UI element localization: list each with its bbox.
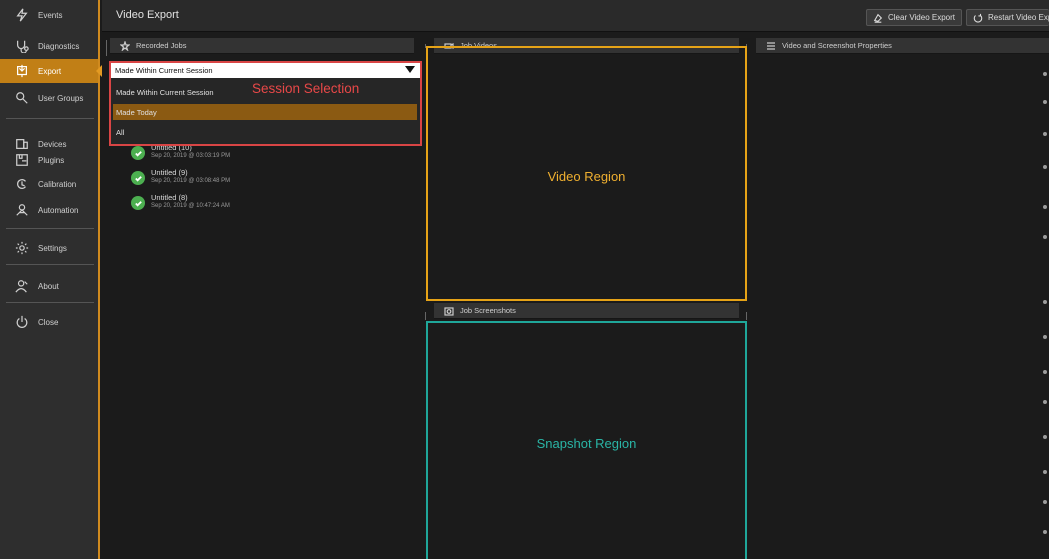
restart-video-export-button[interactable]: Restart Video Export (966, 9, 1049, 26)
sidebar-item-events[interactable]: Events (0, 3, 98, 27)
gear-icon (14, 240, 30, 256)
lightning-icon (14, 7, 30, 23)
job-date: Sep 20, 2019 @ 03:08:48 PM (151, 178, 231, 184)
sidebar-item-settings[interactable]: Settings (0, 236, 98, 260)
sidebar-item-label: Events (38, 10, 63, 20)
property-dot (1043, 300, 1047, 304)
property-dot (1043, 530, 1047, 534)
property-dot (1043, 370, 1047, 374)
job-screenshots-header: Job Screenshots (434, 303, 739, 319)
sidebar-item-label: Calibration (38, 179, 77, 189)
sidebar-divider (6, 264, 94, 265)
sidebar-divider (6, 302, 94, 303)
check-circle-icon (131, 146, 145, 160)
panel-border (106, 40, 107, 56)
property-dot (1043, 165, 1047, 169)
sidebar-item-automation[interactable]: Automation (0, 198, 98, 222)
video-region-label: Video Region (547, 169, 626, 184)
recorded-jobs-header: Recorded Jobs (110, 38, 414, 54)
sidebar-item-label: Diagnostics (38, 41, 80, 51)
property-dot (1043, 335, 1047, 339)
property-dot (1043, 470, 1047, 474)
snapshot-region-label: Snapshot Region (536, 435, 637, 451)
page-title: Video Export (116, 9, 179, 21)
eraser-icon (873, 13, 883, 23)
sidebar-item-label: User Groups (38, 93, 84, 103)
job-name: Untitled (9) (151, 168, 188, 177)
clear-video-export-button[interactable]: Clear Video Export (866, 9, 962, 26)
job-date: Sep 20, 2019 @ 03:03:19 PM (151, 153, 231, 159)
sidebar-item-plugins[interactable]: Plugins (0, 148, 98, 172)
export-icon (14, 63, 30, 79)
property-dot (1043, 500, 1047, 504)
top-bar: Video Export Clear Video Export Restart … (102, 0, 1049, 32)
user-groups-icon (14, 90, 30, 106)
session-selection-annotation-box (109, 61, 422, 146)
properties-header: Video and Screenshot Properties (756, 38, 1049, 54)
check-circle-icon (131, 171, 145, 185)
about-icon (14, 278, 30, 294)
camera-icon (444, 306, 454, 316)
sidebar-item-calibration[interactable]: Calibration (0, 172, 98, 196)
property-dot (1043, 72, 1047, 76)
sidebar-item-about[interactable]: About (0, 274, 98, 298)
sidebar-item-label: Automation (38, 205, 79, 215)
power-icon (14, 314, 30, 330)
sidebar-item-export[interactable]: Export (0, 59, 102, 83)
sidebar-item-label: Export (38, 66, 62, 76)
sidebar-item-label: Plugins (38, 155, 65, 165)
session-selection-annotation: Session Selection (252, 81, 360, 96)
sidebar-item-label: About (38, 281, 59, 291)
calibration-icon (14, 176, 30, 192)
sidebar-item-user-groups[interactable]: User Groups (0, 86, 98, 110)
job-date: Sep 20, 2019 @ 10:47:24 AM (151, 203, 230, 209)
automation-icon (14, 202, 30, 218)
sidebar-item-label: Close (38, 317, 59, 327)
sidebar-divider (6, 118, 94, 119)
property-dot (1043, 100, 1047, 104)
property-dot (1043, 205, 1047, 209)
stethoscope-icon (14, 38, 30, 54)
list-icon (767, 41, 775, 50)
sidebar-item-close[interactable]: Close (0, 310, 98, 334)
active-caret-icon (96, 65, 102, 77)
star-icon (120, 40, 130, 51)
panel-border (425, 312, 426, 320)
property-dot (1043, 435, 1047, 439)
sidebar-item-diagnostics[interactable]: Diagnostics (0, 34, 98, 58)
panel-border (746, 312, 747, 320)
plugin-icon (14, 152, 30, 168)
property-dot (1043, 132, 1047, 136)
check-circle-icon (131, 196, 145, 210)
snapshot-region[interactable]: Snapshot Region (426, 321, 747, 559)
property-dot (1043, 235, 1047, 239)
property-dot (1043, 400, 1047, 404)
video-region[interactable]: Video Region (426, 46, 747, 301)
restart-icon (973, 13, 983, 23)
sidebar: Events Diagnostics Export User Groups De… (0, 0, 102, 559)
sidebar-divider (6, 228, 94, 229)
sidebar-item-label: Settings (38, 243, 67, 253)
job-name: Untitled (8) (151, 193, 188, 202)
